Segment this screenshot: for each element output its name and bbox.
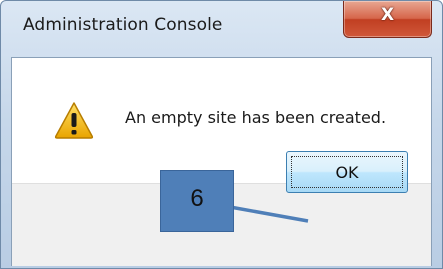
warning-icon — [54, 102, 94, 139]
ok-button-label: OK — [335, 163, 359, 182]
title-bar[interactable]: Administration Console X — [1, 1, 442, 57]
close-icon: X — [380, 5, 395, 25]
ok-button[interactable]: OK — [286, 151, 408, 193]
callout-number: 6 — [190, 185, 204, 212]
callout-badge: 6 — [160, 170, 234, 232]
dialog-message: An empty site has been created. — [125, 108, 387, 127]
close-button[interactable]: X — [343, 1, 432, 38]
window-title: Administration Console — [23, 15, 223, 35]
